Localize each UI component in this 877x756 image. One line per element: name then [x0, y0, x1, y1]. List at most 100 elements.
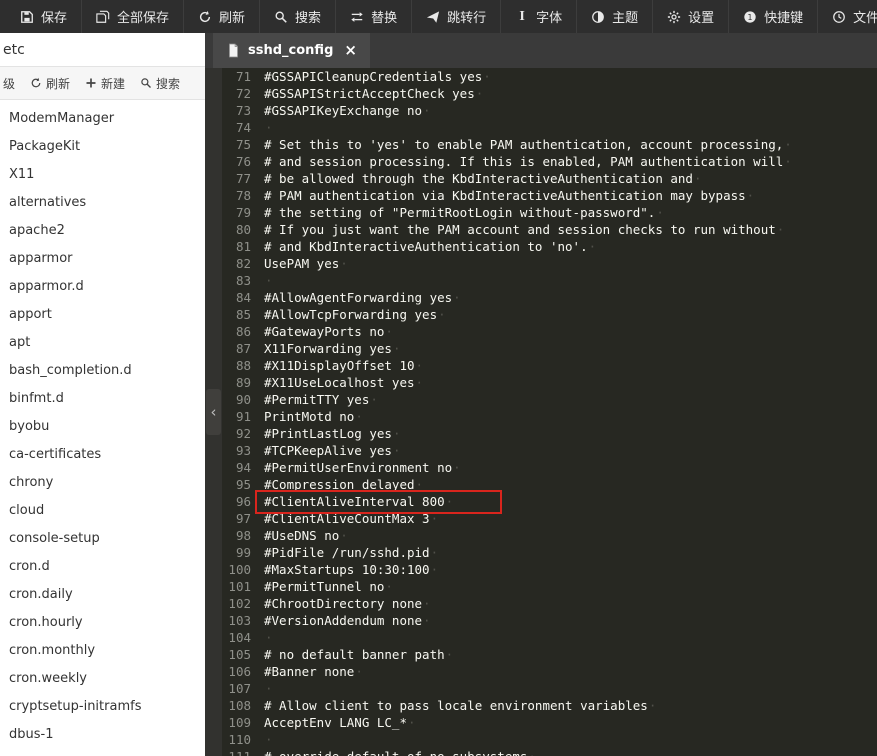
- folder-item-dbus-1[interactable]: dbus-1: [0, 721, 205, 749]
- code-line[interactable]: 106#Banner none·: [222, 663, 877, 680]
- code-line[interactable]: 99#PidFile /run/sshd.pid·: [222, 544, 877, 561]
- theme-button[interactable]: 主题: [577, 0, 653, 33]
- code-text: UsePAM yes: [264, 255, 339, 272]
- save-icon: [20, 10, 34, 24]
- code-line[interactable]: 76# and session processing. If this is e…: [222, 153, 877, 170]
- code-line[interactable]: 109AcceptEnv LANG LC_*·: [222, 714, 877, 731]
- line-number: 74: [222, 119, 264, 136]
- folder-item-byobu[interactable]: byobu: [0, 413, 205, 441]
- code-line[interactable]: 88#X11DisplayOffset 10·: [222, 357, 877, 374]
- folder-item-x11[interactable]: X11: [0, 161, 205, 189]
- code-line[interactable]: 110·: [222, 731, 877, 748]
- code-line[interactable]: 98#UseDNS no·: [222, 527, 877, 544]
- code-line[interactable]: 89#X11UseLocalhost yes·: [222, 374, 877, 391]
- code-line[interactable]: 93#TCPKeepAlive yes·: [222, 442, 877, 459]
- eol-marker: ·: [393, 425, 401, 442]
- code-line[interactable]: 96#ClientAliveInterval 800·: [222, 493, 877, 510]
- folder-item-packagekit[interactable]: PackageKit: [0, 133, 205, 161]
- folder-item-apache2[interactable]: apache2: [0, 217, 205, 245]
- folder-item-ca-certificates[interactable]: ca-certificates: [0, 441, 205, 469]
- goto-line-button[interactable]: 跳转行: [412, 0, 501, 33]
- folder-item-cron.daily[interactable]: cron.daily: [0, 581, 205, 609]
- tab-label: sshd_config: [248, 43, 333, 58]
- code-line[interactable]: 108# Allow client to pass locale environ…: [222, 697, 877, 714]
- code-line[interactable]: 75# Set this to 'yes' to enable PAM auth…: [222, 136, 877, 153]
- code-line[interactable]: 78# PAM authentication via KbdInteractiv…: [222, 187, 877, 204]
- file-icon: [226, 44, 240, 58]
- code-line[interactable]: 107·: [222, 680, 877, 697]
- tab-close-icon[interactable]: ×: [344, 43, 357, 58]
- code-line[interactable]: 82UsePAM yes·: [222, 255, 877, 272]
- folder-item-apt[interactable]: apt: [0, 329, 205, 357]
- folder-item-bash_completion.d[interactable]: bash_completion.d: [0, 357, 205, 385]
- code-line[interactable]: 81# and KbdInteractiveAuthentication to …: [222, 238, 877, 255]
- eol-marker: ·: [784, 136, 792, 153]
- code-line[interactable]: 79# the setting of "PermitRootLogin with…: [222, 204, 877, 221]
- code-line[interactable]: 95#Compression delayed·: [222, 476, 877, 493]
- code-line[interactable]: 71#GSSAPICleanupCredentials yes·: [222, 68, 877, 85]
- code-line[interactable]: 100#MaxStartups 10:30:100·: [222, 561, 877, 578]
- file-history-button[interactable]: 文件: [818, 0, 877, 33]
- font-button[interactable]: I字体: [501, 0, 577, 33]
- code-line[interactable]: 101#PermitTunnel no·: [222, 578, 877, 595]
- new-file-button[interactable]: 新建: [85, 75, 125, 92]
- search-tree-button[interactable]: 搜索: [140, 75, 180, 92]
- parent-dir-button[interactable]: 级: [3, 75, 15, 92]
- code-line[interactable]: 80# If you just want the PAM account and…: [222, 221, 877, 238]
- code-text: #AllowTcpForwarding yes: [264, 306, 437, 323]
- folder-item-apparmor.d[interactable]: apparmor.d: [0, 273, 205, 301]
- code-line[interactable]: 86#GatewayPorts no·: [222, 323, 877, 340]
- code-line[interactable]: 72#GSSAPIStrictAcceptCheck yes·: [222, 85, 877, 102]
- folder-item-cryptsetup-initramfs[interactable]: cryptsetup-initramfs: [0, 693, 205, 721]
- code-line[interactable]: 103#VersionAddendum none·: [222, 612, 877, 629]
- folder-item-apport[interactable]: apport: [0, 301, 205, 329]
- code-line[interactable]: 92#PrintLastLog yes·: [222, 425, 877, 442]
- code-line[interactable]: 73#GSSAPIKeyExchange no·: [222, 102, 877, 119]
- code-line[interactable]: 111# override default of no subsystems·: [222, 748, 877, 756]
- refresh-button[interactable]: 刷新: [184, 0, 260, 33]
- save-all-button[interactable]: 全部保存: [82, 0, 184, 33]
- code-line[interactable]: 104·: [222, 629, 877, 646]
- folder-item-apparmor[interactable]: apparmor: [0, 245, 205, 273]
- code-editor: ‹ 71#GSSAPICleanupCredentials yes·72#GSS…: [205, 68, 877, 756]
- code-line[interactable]: 90#PermitTTY yes·: [222, 391, 877, 408]
- code-line[interactable]: 94#PermitUserEnvironment no·: [222, 459, 877, 476]
- folder-item-modemmanager[interactable]: ModemManager: [0, 105, 205, 133]
- collapse-sidebar-handle[interactable]: ‹: [206, 389, 221, 435]
- code-line[interactable]: 87X11Forwarding yes·: [222, 340, 877, 357]
- folder-item-alternatives[interactable]: alternatives: [0, 189, 205, 217]
- code-line[interactable]: 102#ChrootDirectory none·: [222, 595, 877, 612]
- eol-marker: ·: [423, 102, 431, 119]
- folder-item-cloud[interactable]: cloud: [0, 497, 205, 525]
- folder-item-chrony[interactable]: chrony: [0, 469, 205, 497]
- code-text: #X11DisplayOffset 10: [264, 357, 415, 374]
- eol-marker: ·: [747, 187, 755, 204]
- code-line[interactable]: 97#ClientAliveCountMax 3·: [222, 510, 877, 527]
- folder-item-cron.hourly[interactable]: cron.hourly: [0, 609, 205, 637]
- eol-marker: ·: [423, 612, 431, 629]
- folder-item-binfmt.d[interactable]: binfmt.d: [0, 385, 205, 413]
- code-line[interactable]: 74·: [222, 119, 877, 136]
- code-line[interactable]: 77# be allowed through the KbdInteractiv…: [222, 170, 877, 187]
- code-line[interactable]: 83·: [222, 272, 877, 289]
- code-line[interactable]: 105# no default banner path·: [222, 646, 877, 663]
- folder-item-cron.d[interactable]: cron.d: [0, 553, 205, 581]
- folder-item-cron.weekly[interactable]: cron.weekly: [0, 665, 205, 693]
- eol-marker: ·: [340, 527, 348, 544]
- refresh-tree-button[interactable]: 刷新: [30, 75, 70, 92]
- tab-sshd-config[interactable]: sshd_config ×: [213, 33, 370, 68]
- code-text: #Compression delayed: [264, 476, 415, 493]
- code-text: #GSSAPIKeyExchange no: [264, 102, 422, 119]
- shortcuts-button[interactable]: 1快捷键: [729, 0, 818, 33]
- code-line[interactable]: 84#AllowAgentForwarding yes·: [222, 289, 877, 306]
- save-button[interactable]: 保存: [6, 0, 82, 33]
- folder-item-console-setup[interactable]: console-setup: [0, 525, 205, 553]
- code-line[interactable]: 85#AllowTcpForwarding yes·: [222, 306, 877, 323]
- settings-button[interactable]: 设置: [653, 0, 729, 33]
- toolbar-label: 文件: [853, 7, 877, 26]
- code-line[interactable]: 91PrintMotd no·: [222, 408, 877, 425]
- search-button[interactable]: 搜索: [260, 0, 336, 33]
- folder-item-cron.monthly[interactable]: cron.monthly: [0, 637, 205, 665]
- action-label: 新建: [101, 75, 125, 92]
- replace-button[interactable]: 替换: [336, 0, 412, 33]
